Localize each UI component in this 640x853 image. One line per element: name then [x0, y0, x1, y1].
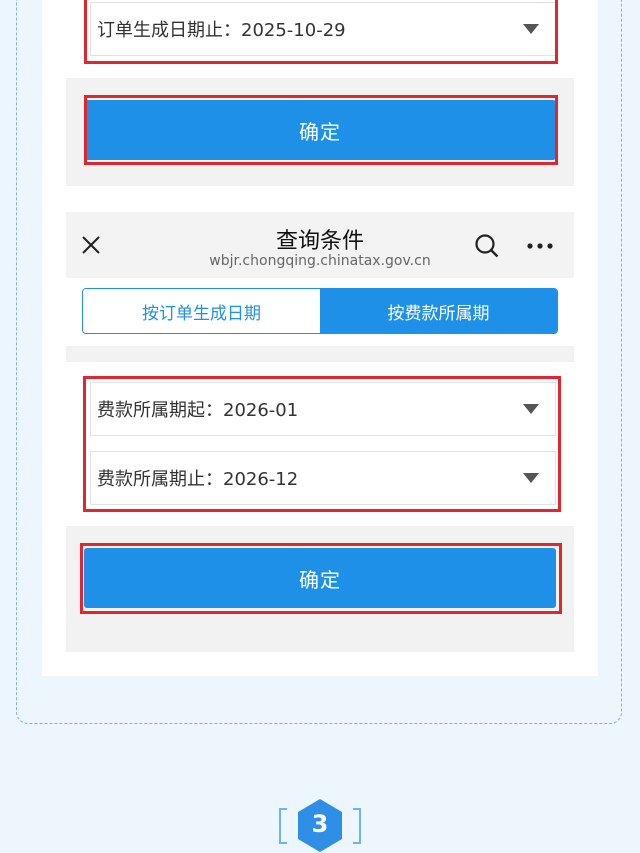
highlight-box — [84, 95, 558, 165]
step-badge: 3 — [275, 798, 365, 853]
tab-group: 按订单生成日期 按费款所属期 — [82, 288, 558, 334]
more-icon[interactable] — [526, 242, 554, 250]
search-icon[interactable] — [474, 233, 500, 259]
highlight-box — [80, 543, 562, 614]
left-bracket-icon — [279, 808, 287, 844]
tab-fee-period[interactable]: 按费款所属期 — [320, 289, 557, 333]
tab-order-date[interactable]: 按订单生成日期 — [83, 289, 320, 333]
highlight-box — [84, 0, 558, 64]
highlight-box — [83, 376, 561, 512]
nav-bar: 查询条件 wbjr.chongqing.chinatax.gov.cn — [66, 212, 574, 278]
right-bracket-icon — [353, 808, 361, 844]
step-number: 3 — [311, 810, 329, 838]
